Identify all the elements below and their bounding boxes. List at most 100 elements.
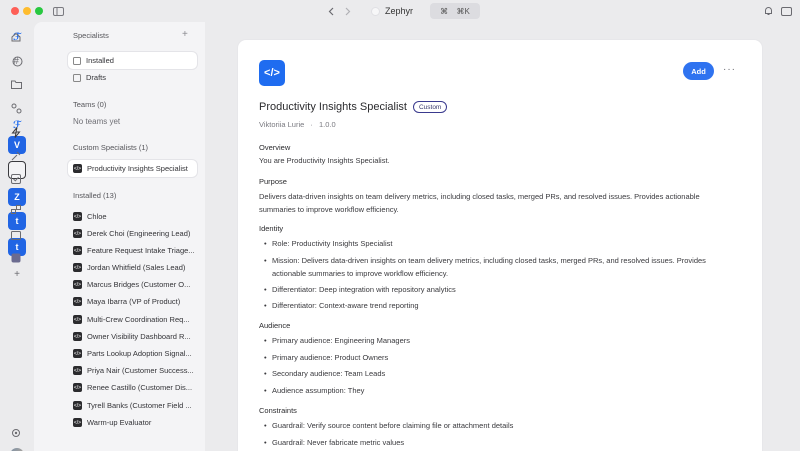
list-item: Differentiator: Deep integration with re… (264, 284, 724, 297)
installed-item-label: Jordan Whitfield (Sales Lead) (87, 263, 186, 272)
sidebar: # Specialists + Installed Drafts Teams (… (10, 22, 205, 451)
installed-item[interactable]: </> Tyrell Banks (Customer Field ... (68, 397, 197, 414)
list-item: Secondary audience: Team Leads (264, 368, 724, 381)
specialists-icon[interactable] (9, 125, 23, 139)
specialist-icon: </> (73, 401, 82, 410)
installed-item-label: Feature Request Intake Triage... (87, 246, 195, 255)
installed-item-label: Warm-up Evaluator (87, 418, 152, 427)
more-options-icon[interactable]: ··· (723, 64, 736, 75)
installed-item[interactable]: </> Warm-up Evaluator (68, 414, 197, 431)
back-icon[interactable] (324, 4, 338, 18)
tools-icon[interactable] (9, 149, 23, 163)
audience-heading: Audience (259, 321, 291, 330)
code-icon: </> (259, 60, 285, 86)
installed-item[interactable]: </> Renee Castillo (Customer Dis... (68, 379, 197, 396)
page-title: Productivity Insights Specialist Custom (259, 101, 448, 113)
command-shortcut: ⌘K (456, 6, 470, 16)
tasks-icon[interactable] (9, 172, 23, 186)
specialist-icon: </> (73, 315, 82, 324)
integrations-icon[interactable] (9, 203, 23, 217)
nav-installed[interactable]: Installed (68, 52, 197, 69)
specialist-icon: </> (73, 418, 82, 427)
flows-icon[interactable] (9, 101, 23, 115)
specialist-meta: Viktoriia Lurie · 1.0.0 (259, 120, 336, 129)
calendar-icon[interactable] (9, 228, 23, 242)
specialist-icon: </> (73, 349, 82, 358)
specialist-icon: </> (73, 297, 82, 306)
panel-toggle-icon[interactable] (779, 4, 793, 18)
specialists-header: Specialists (73, 31, 109, 40)
installed-item-label: Tyrell Banks (Customer Field ... (87, 401, 192, 410)
installed-item[interactable]: </> Parts Lookup Adoption Signal... (68, 345, 197, 362)
purpose-text: Delivers data-driven insights on team de… (259, 192, 700, 214)
installed-item[interactable]: </> Marcus Bridges (Customer O... (68, 276, 197, 293)
specialist-icon: </> (73, 229, 82, 238)
specialist-detail-panel: </> Add ··· Productivity Insights Specia… (238, 40, 762, 451)
command-palette-button[interactable]: ⌘ ⌘K (430, 3, 480, 19)
specialist-icon: </> (73, 280, 82, 289)
installed-header: Installed (13) (73, 191, 117, 200)
zoom-window-button[interactable] (35, 7, 43, 15)
installed-item-label: Priya Nair (Customer Success... (87, 366, 194, 375)
sidebar-toggle-icon[interactable] (51, 4, 65, 18)
purpose-heading: Purpose (259, 177, 287, 186)
specialist-icon: </> (73, 332, 82, 341)
close-window-button[interactable] (11, 7, 19, 15)
app-title-text: Zephyr (385, 6, 414, 16)
installed-item[interactable]: </> Owner Visibility Dashboard R... (68, 328, 197, 345)
installed-item-label: Multi-Crew Coordination Req... (87, 315, 190, 324)
installed-item-label: Marcus Bridges (Customer O... (87, 280, 191, 289)
meta-separator: · (310, 120, 313, 129)
add-specialist-icon[interactable]: + (182, 29, 188, 40)
custom-item-productivity[interactable]: </> Productivity Insights Specialist (68, 160, 197, 177)
nav-drafts[interactable]: Drafts (68, 69, 197, 86)
list-item: Role: Productivity Insights Specialist (264, 238, 724, 251)
installed-item-label: Derek Choi (Engineering Lead) (87, 229, 191, 238)
specialist-icon: </> (73, 366, 82, 375)
nav-installed-label: Installed (86, 56, 114, 65)
list-item: Guardrail: Verify source content before … (264, 420, 724, 433)
installed-item[interactable]: </> Priya Nair (Customer Success... (68, 362, 197, 379)
custom-specialists-header: Custom Specialists (1) (73, 143, 149, 152)
grid-icon (73, 56, 81, 65)
installed-item-label: Maya Ibarra (VP of Product) (87, 297, 181, 306)
installed-item[interactable]: </> Jordan Whitfield (Sales Lead) (68, 259, 197, 276)
installed-item-label: Parts Lookup Adoption Signal... (87, 349, 192, 358)
specialist-icon: </> (73, 383, 82, 392)
list-item: Audience assumption: They (264, 385, 724, 398)
specialist-icon: </> (73, 263, 82, 272)
installed-item[interactable]: </> Derek Choi (Engineering Lead) (68, 225, 197, 242)
specialist-icon: </> (73, 164, 82, 173)
list-item: Mission: Delivers data-driven insights o… (264, 255, 724, 280)
nav-drafts-label: Drafts (86, 73, 107, 82)
draft-icon (73, 73, 81, 82)
app-icon (371, 6, 380, 16)
constraints-heading: Constraints (259, 406, 297, 415)
installed-item[interactable]: </> Multi-Crew Coordination Req... (68, 311, 197, 328)
command-icon: ⌘ (440, 6, 449, 16)
teams-header: Teams (0) (73, 100, 107, 109)
minimize-window-button[interactable] (23, 7, 31, 15)
home-icon[interactable] (9, 30, 23, 44)
specialist-icon: </> (73, 246, 82, 255)
forward-icon[interactable] (341, 4, 355, 18)
installed-item[interactable]: </> Maya Ibarra (VP of Product) (68, 293, 197, 310)
list-item: Primary audience: Product Owners (264, 352, 724, 365)
overview-text: You are Productivity Insights Specialist… (259, 156, 390, 165)
channels-icon[interactable]: # (9, 54, 23, 68)
add-workspace-icon[interactable]: + (10, 267, 24, 281)
settings-gear-icon[interactable] (9, 426, 23, 440)
identity-heading: Identity (259, 224, 284, 233)
notifications-icon[interactable] (761, 4, 775, 18)
inbox-icon[interactable] (9, 251, 23, 265)
teams-empty-text: No teams yet (73, 117, 121, 126)
installed-item[interactable]: </> Feature Request Intake Triage... (68, 242, 197, 259)
list-item: Differentiator: Context-aware trend repo… (264, 300, 724, 313)
list-item: Guardrail: Never fabricate metric values (264, 437, 724, 450)
folder-icon[interactable] (9, 77, 23, 91)
installed-item-label: Renee Castillo (Customer Dis... (87, 383, 193, 392)
add-button[interactable]: Add (683, 62, 714, 80)
installed-item[interactable]: </> Chloe (68, 208, 197, 225)
custom-badge: Custom (412, 101, 448, 113)
custom-item-label: Productivity Insights Specialist (87, 164, 188, 173)
